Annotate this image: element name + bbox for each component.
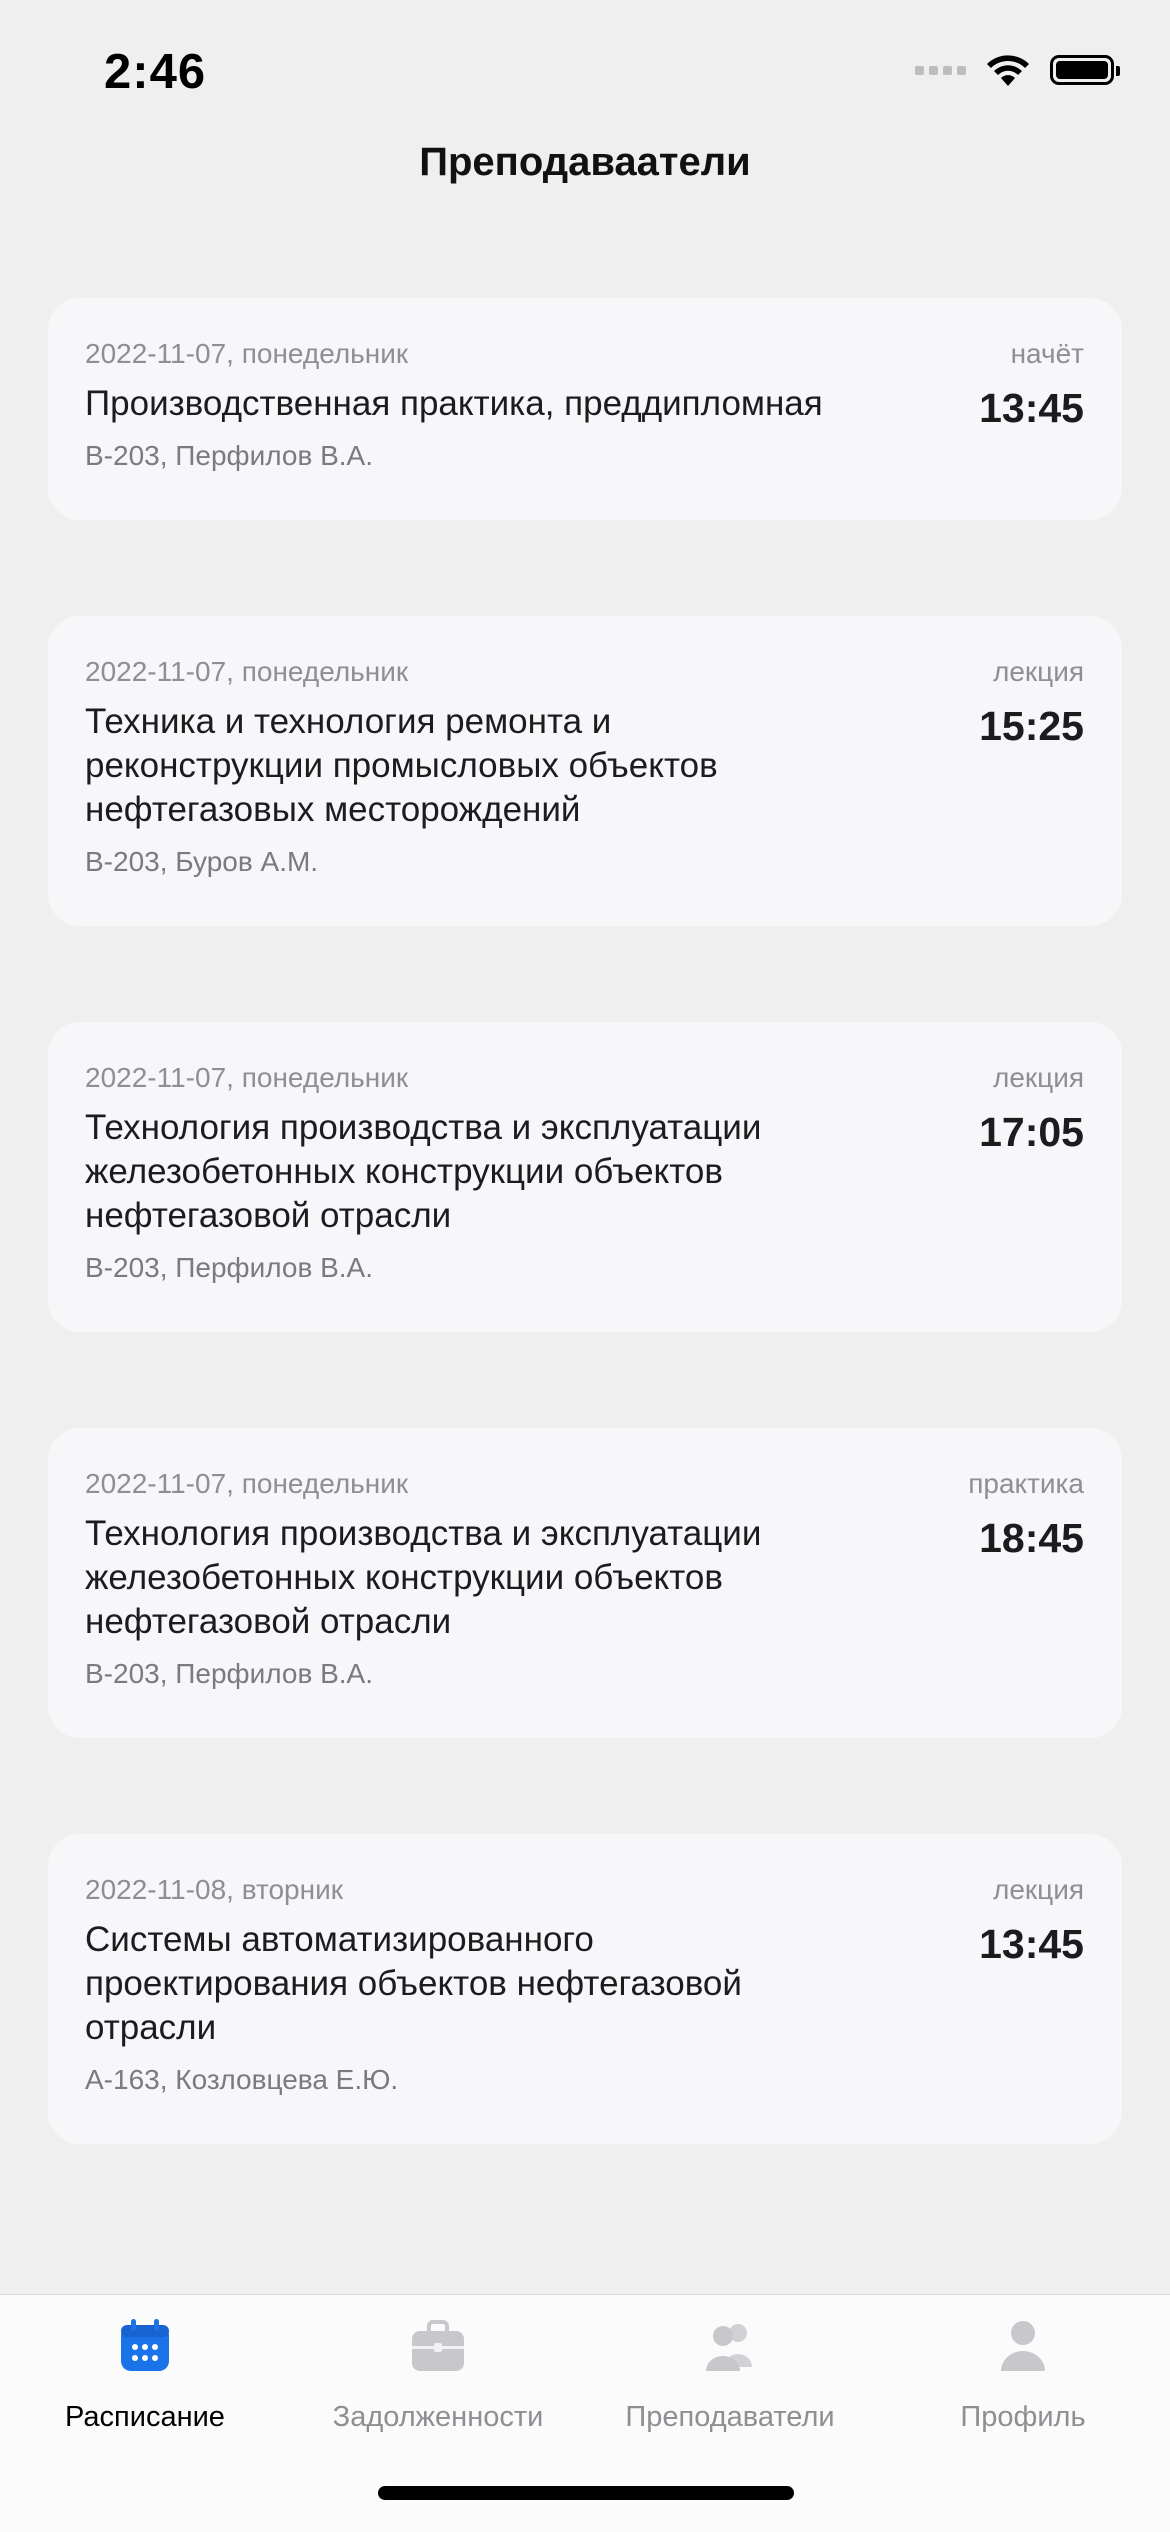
lesson-time: 17:05 xyxy=(979,1109,1084,1155)
tab-teachers[interactable]: Преподаватели xyxy=(580,2315,880,2434)
lesson-room-teacher: А-163, Козловцева Е.Ю. xyxy=(85,2064,399,2095)
cellular-signal-icon xyxy=(915,65,966,75)
lesson-type: лекция xyxy=(993,1062,1084,1093)
lesson-type: практика xyxy=(968,1468,1084,1499)
lesson-date: 2022-11-07, понедельник xyxy=(85,1062,409,1093)
lesson-card[interactable]: 2022-11-07, понедельник Технология произ… xyxy=(48,1428,1122,1738)
lesson-room-teacher: В-203, Перфилов В.А. xyxy=(85,1252,374,1283)
lesson-card[interactable]: 2022-11-07, понедельник Технология произ… xyxy=(48,1022,1122,1332)
people-icon xyxy=(706,2324,752,2371)
lesson-subject: Производственная практика, преддипломная xyxy=(85,384,823,423)
calendar-icon xyxy=(121,2319,169,2371)
lesson-room-teacher: В-203, Перфилов В.А. xyxy=(85,1658,374,1689)
lesson-subject: Технология производства и эксплуатации ж… xyxy=(85,1514,762,1641)
lesson-date: 2022-11-07, понедельник xyxy=(85,656,409,687)
lesson-time: 15:25 xyxy=(979,703,1084,749)
lesson-subject: Техника и технология ремонта и реконстру… xyxy=(85,702,718,829)
lesson-card[interactable]: 2022-11-07, понедельник Техника и технол… xyxy=(48,616,1122,926)
lesson-room-teacher: В-203, Перфилов В.А. xyxy=(85,440,374,471)
tab-profile[interactable]: Профиль xyxy=(873,2315,1170,2434)
lesson-subject: Технология производства и эксплуатации ж… xyxy=(85,1108,762,1235)
lesson-subject: Системы автоматизированного проектирован… xyxy=(85,1920,742,2047)
lesson-date: 2022-11-07, понедельник xyxy=(85,338,409,369)
wifi-icon xyxy=(987,55,1029,86)
lesson-time: 13:45 xyxy=(979,385,1084,431)
briefcase-icon xyxy=(412,2320,464,2371)
page-title: Преподаваатели xyxy=(419,140,751,184)
status-time: 2:46 xyxy=(104,45,207,99)
lesson-time: 13:45 xyxy=(979,1921,1084,1967)
lesson-list: 2022-11-07, понедельник Производственная… xyxy=(48,298,1122,2240)
lesson-time: 18:45 xyxy=(979,1515,1084,1561)
person-icon xyxy=(1001,2321,1045,2371)
lesson-type: лекция xyxy=(993,656,1084,687)
tab-schedule[interactable]: Расписание xyxy=(0,2315,295,2434)
battery-icon xyxy=(1050,55,1120,85)
status-icons xyxy=(915,52,1120,88)
tab-label: Задолженности xyxy=(332,2401,544,2433)
tab-label: Расписание xyxy=(65,2401,225,2433)
lesson-type: лекция xyxy=(993,1874,1084,1905)
status-bar: 2:46 xyxy=(0,0,1170,140)
home-indicator[interactable] xyxy=(378,2486,794,2500)
lesson-date: 2022-11-08, вторник xyxy=(85,1874,343,1905)
tab-label: Профиль xyxy=(960,2401,1086,2433)
lesson-room-teacher: В-203, Буров А.М. xyxy=(85,846,319,877)
lesson-card[interactable]: 2022-11-08, вторник Системы автоматизиро… xyxy=(48,1834,1122,2144)
lesson-date: 2022-11-07, понедельник xyxy=(85,1468,409,1499)
lesson-card[interactable]: 2022-11-07, понедельник Производственная… xyxy=(48,298,1122,520)
lesson-type: начёт xyxy=(1010,338,1084,369)
tab-label: Преподаватели xyxy=(625,2401,835,2433)
tab-debts[interactable]: Задолженности xyxy=(288,2315,588,2434)
